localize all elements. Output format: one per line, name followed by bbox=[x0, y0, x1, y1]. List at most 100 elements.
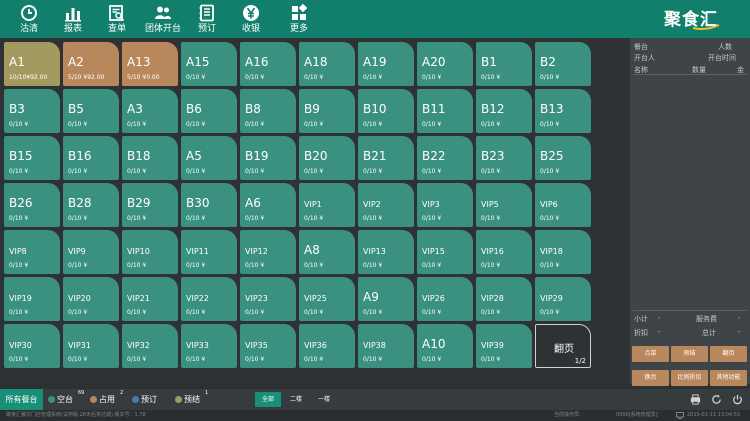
legend-label: 占用 bbox=[99, 395, 115, 404]
table-tile[interactable]: VIP2 0/10 ¥ bbox=[358, 183, 414, 227]
table-tile[interactable]: VIP21 0/10 ¥ bbox=[122, 277, 178, 321]
table-tile[interactable]: B11 0/10 ¥ bbox=[417, 89, 473, 133]
table-tile[interactable]: VIP25 0/10 ¥ bbox=[299, 277, 355, 321]
yen-icon bbox=[243, 5, 259, 21]
legend-free[interactable]: 空台 bbox=[48, 389, 73, 410]
table-tile[interactable]: B22 0/10 ¥ bbox=[417, 136, 473, 180]
table-tile[interactable]: B9 0/10 ¥ bbox=[299, 89, 355, 133]
table-tile[interactable]: A5 0/10 ¥ bbox=[181, 136, 237, 180]
table-tile[interactable]: B8 0/10 ¥ bbox=[240, 89, 296, 133]
table-tile[interactable]: VIP15 0/10 ¥ bbox=[417, 230, 473, 274]
table-tile[interactable]: VIP28 0/10 ¥ bbox=[476, 277, 532, 321]
floor-tab-all[interactable]: 全部 bbox=[255, 392, 281, 407]
table-tile[interactable]: VIP16 0/10 ¥ bbox=[476, 230, 532, 274]
legend-occupied[interactable]: 占用 bbox=[90, 389, 115, 410]
table-tile[interactable]: A18 0/10 ¥ bbox=[299, 42, 355, 86]
table-tile[interactable]: VIP39 0/10 ¥ bbox=[476, 324, 532, 368]
power-icon[interactable] bbox=[732, 394, 743, 405]
table-tile[interactable]: VIP8 0/10 ¥ bbox=[4, 230, 60, 274]
table-tile[interactable]: A15 0/10 ¥ bbox=[181, 42, 237, 86]
panel-page-button[interactable]: 翻页 bbox=[710, 346, 747, 362]
toolbar-group-open-button[interactable]: 团体开台 bbox=[141, 0, 185, 38]
table-tile[interactable]: VIP35 0/10 ¥ bbox=[240, 324, 296, 368]
legend-reserved[interactable]: 预订 bbox=[132, 389, 157, 410]
table-tile[interactable]: VIP32 0/10 ¥ bbox=[122, 324, 178, 368]
next-page-button[interactable]: 翻页 1/2 bbox=[535, 324, 591, 368]
table-tile[interactable]: VIP18 0/10 ¥ bbox=[535, 230, 591, 274]
table-tile[interactable]: B15 0/10 ¥ bbox=[4, 136, 60, 180]
table-tile[interactable]: A2 5/10 ¥92.00 bbox=[63, 42, 119, 86]
table-tile[interactable]: VIP30 0/10 ¥ bbox=[4, 324, 60, 368]
table-tile[interactable]: VIP29 0/10 ¥ bbox=[535, 277, 591, 321]
table-tile[interactable]: B10 0/10 ¥ bbox=[358, 89, 414, 133]
all-tables-tab[interactable]: 所有餐台 bbox=[0, 389, 43, 410]
table-tile[interactable]: A16 0/10 ¥ bbox=[240, 42, 296, 86]
table-status: 0/10 ¥ bbox=[9, 309, 29, 316]
table-tile[interactable]: A13 5/10 ¥0.00 bbox=[122, 42, 178, 86]
table-name: VIP23 bbox=[245, 294, 268, 303]
table-tile[interactable]: VIP1 0/10 ¥ bbox=[299, 183, 355, 227]
table-tile[interactable]: VIP31 0/10 ¥ bbox=[63, 324, 119, 368]
table-tile[interactable]: A6 0/10 ¥ bbox=[240, 183, 296, 227]
table-tile[interactable]: A20 0/10 ¥ bbox=[417, 42, 473, 86]
toolbar-sold-out-button[interactable]: 沽清 bbox=[7, 0, 51, 38]
table-name: VIP15 bbox=[422, 247, 445, 256]
table-tile[interactable]: VIP6 0/10 ¥ bbox=[535, 183, 591, 227]
toolbar-reservation-button[interactable]: 预订 bbox=[185, 0, 229, 38]
table-tile[interactable]: VIP26 0/10 ¥ bbox=[417, 277, 473, 321]
table-tile[interactable]: VIP10 0/10 ¥ bbox=[122, 230, 178, 274]
table-tile[interactable]: VIP33 0/10 ¥ bbox=[181, 324, 237, 368]
table-tile[interactable]: VIP11 0/10 ¥ bbox=[181, 230, 237, 274]
table-tile[interactable]: B23 0/10 ¥ bbox=[476, 136, 532, 180]
printer-icon[interactable] bbox=[690, 394, 701, 405]
table-tile[interactable]: VIP19 0/10 ¥ bbox=[4, 277, 60, 321]
table-tile[interactable]: VIP23 0/10 ¥ bbox=[240, 277, 296, 321]
table-tile[interactable]: B13 0/10 ¥ bbox=[535, 89, 591, 133]
table-tile[interactable]: VIP20 0/10 ¥ bbox=[63, 277, 119, 321]
table-tile[interactable]: VIP9 0/10 ¥ bbox=[63, 230, 119, 274]
table-tile[interactable]: B18 0/10 ¥ bbox=[122, 136, 178, 180]
table-tile[interactable]: B29 0/10 ¥ bbox=[122, 183, 178, 227]
table-tile[interactable]: VIP13 0/10 ¥ bbox=[358, 230, 414, 274]
ratio-discount-button[interactable]: 比例折扣 bbox=[671, 370, 708, 386]
refresh-icon[interactable] bbox=[711, 394, 722, 405]
other-functions-button[interactable]: 其他功能 bbox=[710, 370, 747, 386]
table-tile[interactable]: A9 0/10 ¥ bbox=[358, 277, 414, 321]
floor-tab-first[interactable]: 一楼 bbox=[313, 392, 335, 407]
toolbar-order-search-button[interactable]: 查单 bbox=[95, 0, 139, 38]
table-tile[interactable]: VIP22 0/10 ¥ bbox=[181, 277, 237, 321]
table-tile[interactable]: A3 0/10 ¥ bbox=[122, 89, 178, 133]
order-dishes-button[interactable]: 点菜 bbox=[632, 346, 669, 362]
table-tile[interactable]: B16 0/10 ¥ bbox=[63, 136, 119, 180]
table-tile[interactable]: VIP3 0/10 ¥ bbox=[417, 183, 473, 227]
table-tile[interactable]: B19 0/10 ¥ bbox=[240, 136, 296, 180]
legend-prebill[interactable]: 预结 bbox=[175, 389, 200, 410]
order-items-list[interactable] bbox=[630, 75, 750, 308]
table-tile[interactable]: A10 0/10 ¥ bbox=[417, 324, 473, 368]
table-tile[interactable]: B26 0/10 ¥ bbox=[4, 183, 60, 227]
table-tile[interactable]: B3 0/10 ¥ bbox=[4, 89, 60, 133]
table-tile[interactable]: A1 10/10¥92.00 bbox=[4, 42, 60, 86]
table-tile[interactable]: B1 0/10 ¥ bbox=[476, 42, 532, 86]
table-tile[interactable]: A19 0/10 ¥ bbox=[358, 42, 414, 86]
table-tile[interactable]: B6 0/10 ¥ bbox=[181, 89, 237, 133]
table-tile[interactable]: B20 0/10 ¥ bbox=[299, 136, 355, 180]
table-tile[interactable]: VIP38 0/10 ¥ bbox=[358, 324, 414, 368]
pre-bill-button[interactable]: 预结 bbox=[671, 346, 708, 362]
table-tile[interactable]: B5 0/10 ¥ bbox=[63, 89, 119, 133]
table-tile[interactable]: B30 0/10 ¥ bbox=[181, 183, 237, 227]
table-tile[interactable]: B21 0/10 ¥ bbox=[358, 136, 414, 180]
toolbar-report-button[interactable]: 报表 bbox=[51, 0, 95, 38]
table-tile[interactable]: VIP5 0/10 ¥ bbox=[476, 183, 532, 227]
toolbar-more-button[interactable]: 更多 bbox=[277, 0, 321, 38]
toolbar-checkout-button[interactable]: 收银 bbox=[229, 0, 273, 38]
table-tile[interactable]: B2 0/10 ¥ bbox=[535, 42, 591, 86]
floor-tab-second[interactable]: 二楼 bbox=[285, 392, 307, 407]
table-tile[interactable]: VIP36 0/10 ¥ bbox=[299, 324, 355, 368]
table-tile[interactable]: VIP12 0/10 ¥ bbox=[240, 230, 296, 274]
table-tile[interactable]: B28 0/10 ¥ bbox=[63, 183, 119, 227]
table-tile[interactable]: B12 0/10 ¥ bbox=[476, 89, 532, 133]
table-tile[interactable]: B25 0/10 ¥ bbox=[535, 136, 591, 180]
change-table-button[interactable]: 换台 bbox=[632, 370, 669, 386]
table-tile[interactable]: A8 0/10 ¥ bbox=[299, 230, 355, 274]
